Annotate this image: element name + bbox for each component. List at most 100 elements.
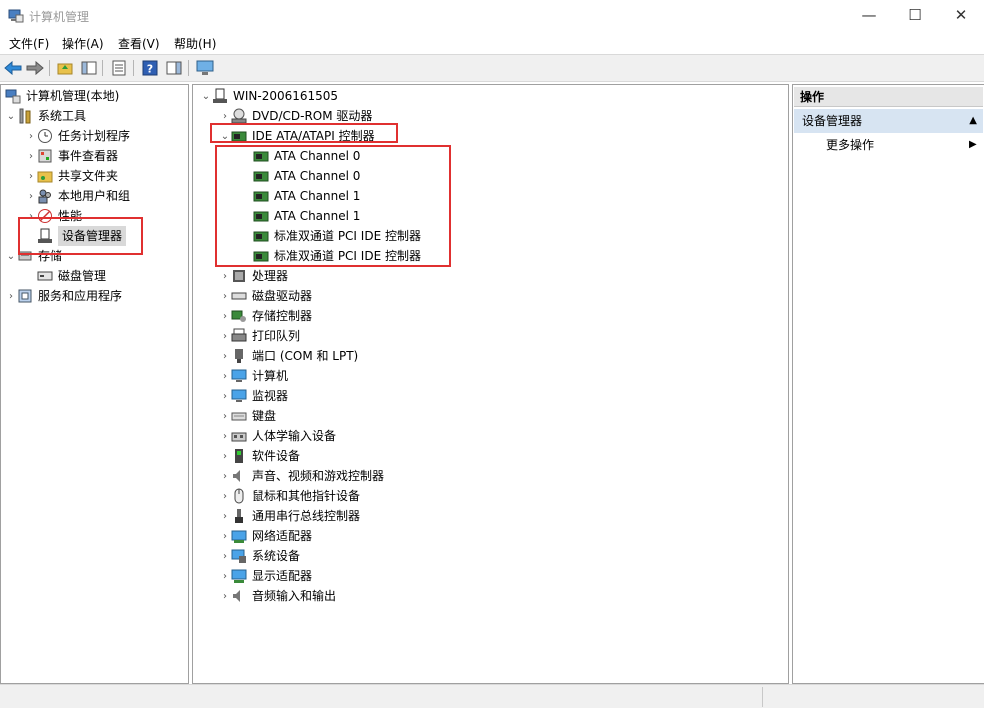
chevron-right-icon[interactable]: › (219, 306, 231, 326)
chevron-right-icon[interactable]: › (219, 406, 231, 426)
menu-help[interactable]: 帮助(H) (174, 35, 216, 52)
chevron-right-icon[interactable]: › (219, 486, 231, 506)
device-category-label: 磁盘驱动器 (252, 289, 313, 303)
submenu-arrow-icon[interactable]: ▶ (969, 135, 977, 155)
device-category-label: 键盘 (252, 409, 277, 423)
chevron-down-icon[interactable]: ⌄ (5, 246, 17, 266)
device-category-label: 处理器 (252, 269, 289, 283)
chevron-right-icon[interactable]: › (219, 266, 231, 286)
chevron-down-icon[interactable]: ⌄ (219, 126, 231, 146)
users-icon (38, 189, 51, 204)
toolbar-separator (188, 60, 189, 76)
tree-system-tools[interactable]: ⌄ 系统工具 (5, 106, 86, 126)
tree-disk-management[interactable]: 磁盘管理 (37, 266, 106, 286)
chevron-right-icon[interactable]: › (219, 326, 231, 346)
device-category[interactable]: › 软件设备 (219, 446, 300, 466)
up-folder-icon[interactable] (55, 59, 75, 77)
chevron-right-icon[interactable]: › (25, 126, 37, 146)
audio-io-icon (233, 590, 240, 602)
minimize-button[interactable]: — (846, 0, 892, 32)
ide-device-item[interactable]: ATA Channel 1 (253, 206, 360, 226)
device-category[interactable]: › 处理器 (219, 266, 288, 286)
chevron-right-icon[interactable]: › (25, 146, 37, 166)
menu-view[interactable]: 查看(V) (118, 35, 160, 52)
ide-device-item[interactable]: ATA Channel 0 (253, 166, 360, 186)
device-category[interactable]: › 鼠标和其他指针设备 (219, 486, 360, 506)
device-category[interactable]: › 人体学输入设备 (219, 426, 336, 446)
chevron-right-icon[interactable]: › (219, 366, 231, 386)
tree-task-scheduler-label: 任务计划程序 (58, 129, 131, 143)
ide-device-item[interactable]: 标准双通道 PCI IDE 控制器 (253, 246, 421, 266)
chevron-right-icon[interactable]: › (5, 286, 17, 306)
menu-action[interactable]: 操作(A) (62, 35, 104, 52)
shared-folder-icon (37, 171, 53, 183)
category-dvd[interactable]: › DVD/CD-ROM 驱动器 (219, 106, 372, 126)
device-category[interactable]: › 计算机 (219, 366, 288, 386)
device-category[interactable]: › 显示适配器 (219, 566, 312, 586)
chevron-right-icon[interactable]: › (219, 286, 231, 306)
device-category[interactable]: › 声音、视频和游戏控制器 (219, 466, 384, 486)
tree-task-scheduler[interactable]: › 任务计划程序 (25, 126, 130, 146)
ide-device-label: ATA Channel 1 (274, 209, 361, 223)
chevron-right-icon[interactable]: › (219, 346, 231, 366)
chevron-right-icon[interactable]: › (219, 586, 231, 606)
show-hide-tree-icon[interactable] (79, 59, 99, 77)
device-category[interactable]: › 网络适配器 (219, 526, 312, 546)
device-category[interactable]: › 磁盘驱动器 (219, 286, 312, 306)
monitor-icon[interactable] (195, 59, 215, 77)
tree-services-apps[interactable]: › 服务和应用程序 (5, 286, 122, 306)
back-icon[interactable] (3, 59, 23, 77)
chevron-right-icon[interactable]: › (25, 206, 37, 226)
tree-device-manager[interactable]: 设备管理器 (37, 226, 127, 246)
device-category[interactable]: › 存储控制器 (219, 306, 312, 326)
chevron-right-icon[interactable]: › (219, 526, 231, 546)
tree-shared-folders[interactable]: › 共享文件夹 (25, 166, 118, 186)
storage-icon (18, 251, 32, 261)
device-category[interactable]: › 打印队列 (219, 326, 300, 346)
maximize-button[interactable]: ☐ (892, 0, 938, 32)
device-tree-pane: ⌄ WIN-2006161505 › DVD/CD-ROM 驱动器 ⌄ IDE … (192, 84, 789, 684)
properties-icon[interactable] (109, 59, 129, 77)
chevron-right-icon[interactable]: › (219, 426, 231, 446)
device-category[interactable]: › 键盘 (219, 406, 276, 426)
ide-device-item[interactable]: ATA Channel 1 (253, 186, 360, 206)
device-tree-root[interactable]: ⌄ WIN-2006161505 (200, 86, 338, 106)
tree-performance[interactable]: › 性能 (25, 206, 82, 226)
chevron-right-icon[interactable]: › (25, 166, 37, 186)
collapse-up-icon[interactable]: ▲ (969, 109, 977, 133)
device-category[interactable]: › 端口 (COM 和 LPT) (219, 346, 358, 366)
chevron-right-icon[interactable]: › (219, 566, 231, 586)
device-category[interactable]: › 通用串行总线控制器 (219, 506, 360, 526)
event-viewer-icon (38, 149, 52, 163)
chevron-right-icon[interactable]: › (219, 446, 231, 466)
tree-local-users[interactable]: › 本地用户和组 (25, 186, 130, 206)
chevron-right-icon[interactable]: › (219, 506, 231, 526)
device-category[interactable]: › 系统设备 (219, 546, 300, 566)
category-ide[interactable]: ⌄ IDE ATA/ATAPI 控制器 (219, 126, 375, 146)
tree-storage[interactable]: ⌄ 存储 (5, 246, 62, 266)
chevron-down-icon[interactable]: ⌄ (200, 86, 212, 106)
device-category[interactable]: › 监视器 (219, 386, 288, 406)
action-pane-icon[interactable] (164, 59, 184, 77)
ide-device-label: ATA Channel 1 (274, 189, 361, 203)
chevron-right-icon[interactable]: › (219, 386, 231, 406)
chevron-down-icon[interactable]: ⌄ (5, 106, 17, 126)
chevron-right-icon[interactable]: › (219, 466, 231, 486)
actions-section-device-manager[interactable]: 设备管理器 ▲ (794, 109, 983, 133)
window-title: 计算机管理 (29, 10, 90, 24)
processor-icon (233, 270, 245, 282)
menu-file[interactable]: 文件(F) (9, 35, 49, 52)
forward-icon[interactable] (25, 59, 45, 77)
tree-local-users-label: 本地用户和组 (58, 189, 131, 203)
chevron-right-icon[interactable]: › (219, 106, 231, 126)
ide-device-item[interactable]: 标准双通道 PCI IDE 控制器 (253, 226, 421, 246)
ide-device-item[interactable]: ATA Channel 0 (253, 146, 360, 166)
help-icon[interactable]: ? (140, 59, 160, 77)
more-actions-link[interactable]: 更多操作 (826, 135, 874, 155)
chevron-right-icon[interactable]: › (25, 186, 37, 206)
tree-event-viewer[interactable]: › 事件查看器 (25, 146, 118, 166)
tree-root[interactable]: 计算机管理(本地) (5, 86, 119, 106)
device-category[interactable]: › 音频输入和输出 (219, 586, 336, 606)
chevron-right-icon[interactable]: › (219, 546, 231, 566)
close-button[interactable]: ✕ (938, 0, 984, 32)
